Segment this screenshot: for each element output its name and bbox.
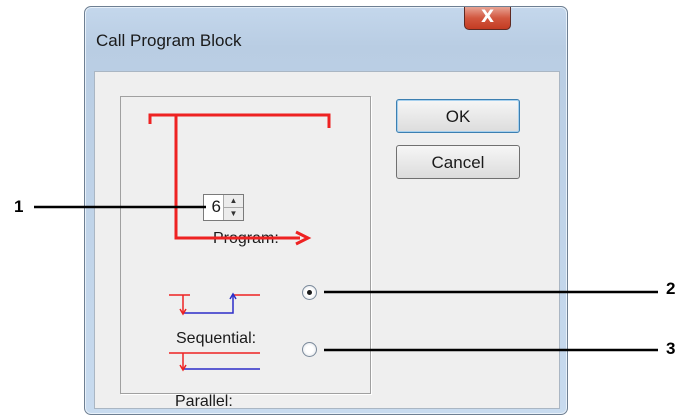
callout-lines: [34, 205, 658, 352]
diagram-overlay: [34, 113, 658, 372]
parallel-diagram-icon: [169, 352, 260, 372]
program-block-diagram-icon: [148, 113, 331, 246]
sequential-diagram-icon: [169, 292, 260, 316]
